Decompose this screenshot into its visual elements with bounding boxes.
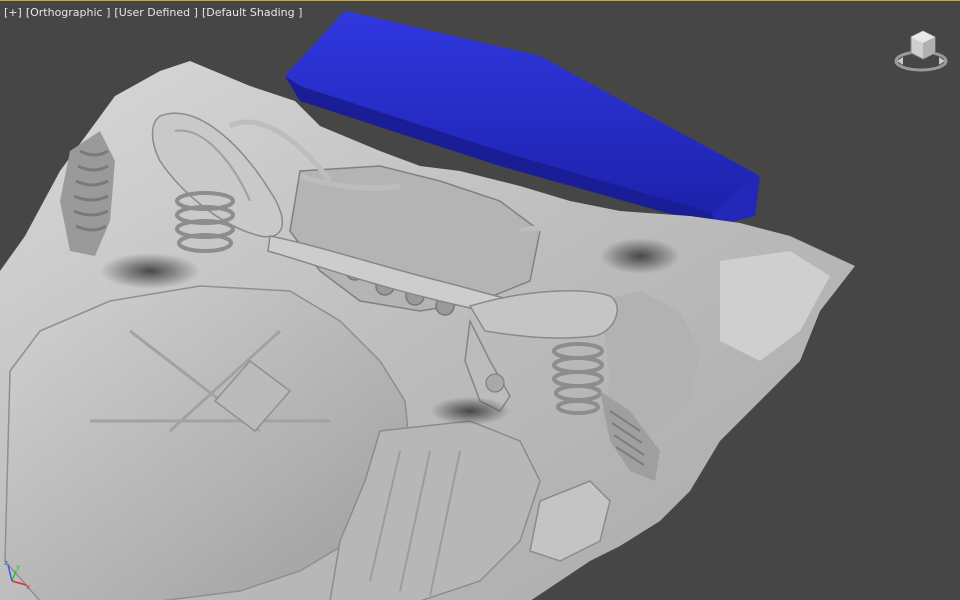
viewport-camera-label[interactable]: [User Defined ] [114,6,198,19]
scene-canvas[interactable] [0,1,960,600]
axis-x-label: x [26,583,30,591]
viewport-menu-plus[interactable]: [+] [4,6,22,19]
viewport-shading-label[interactable]: [Default Shading ] [202,6,302,19]
viewport-view-label[interactable]: [Orthographic ] [26,6,111,19]
axis-z-label: z [4,559,8,567]
viewcube-icon[interactable] [893,23,951,75]
axis-y-label: y [16,563,20,571]
viewport-perspective[interactable]: [+] [Orthographic ] [User Defined ] [Defaul… [0,0,960,600]
axis-tripod-icon: x y z [4,559,30,591]
viewport-label-bar: [+] [Orthographic ] [User Defined ] [Defaul… [4,6,306,19]
